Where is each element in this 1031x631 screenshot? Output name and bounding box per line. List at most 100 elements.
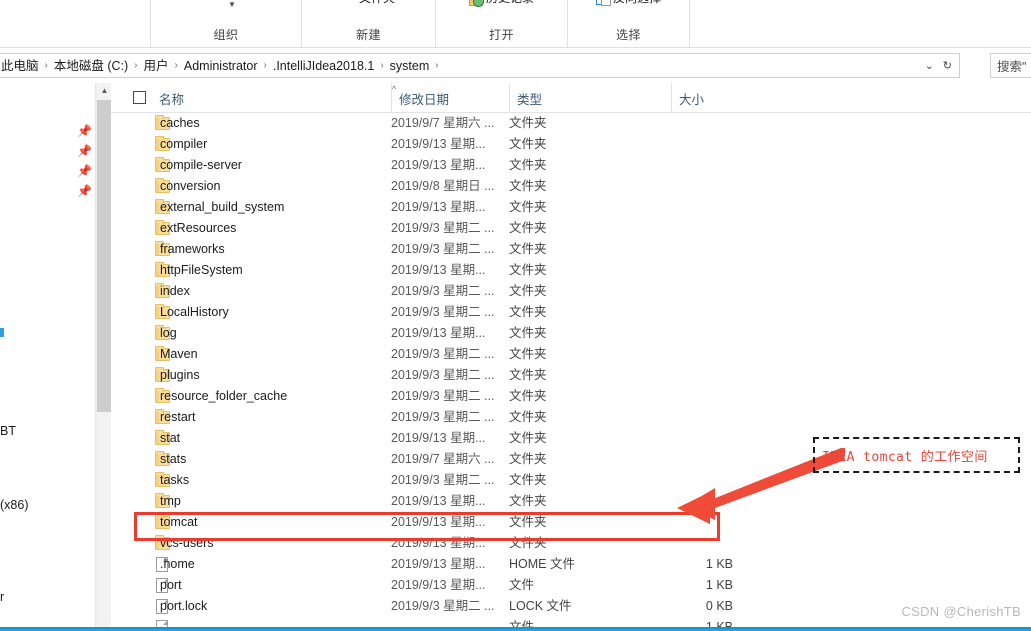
breadcrumb-separator-icon[interactable]: › bbox=[132, 58, 139, 74]
nav-pane-item[interactable]: 📌 bbox=[0, 121, 96, 142]
file-row[interactable]: log 2019/9/13 星期... 文件夹 bbox=[111, 323, 1031, 344]
column-header-size[interactable]: 大小 bbox=[671, 83, 763, 113]
navigation-pane[interactable]: 📌 📌 📌 📌 BT (x86) r bbox=[0, 83, 96, 629]
path-input[interactable]: 此电脑 › 本地磁盘 (C:) › 用户 › Administrator › .IntelliJ… bbox=[0, 53, 960, 78]
ribbon-group-3: 反向选择选择 bbox=[568, 0, 690, 47]
search-placeholder-text: 搜索" bbox=[997, 60, 1027, 74]
file-row[interactable]: tasks 2019/9/3 星期二 ... 文件夹 bbox=[111, 470, 1031, 491]
breadcrumb-item[interactable]: 用户 bbox=[140, 58, 173, 74]
file-list[interactable]: caches 2019/9/7 星期六 ... 文件夹 compiler 2019/9/… bbox=[111, 113, 1031, 629]
ribbon-group-label: 选择 bbox=[615, 28, 641, 42]
scrollbar-thumb[interactable] bbox=[97, 100, 112, 412]
file-size-cell bbox=[671, 176, 733, 197]
file-date-cell: 2019/9/13 星期... bbox=[391, 494, 486, 508]
file-size-cell bbox=[671, 281, 733, 302]
watermark-text: CSDN @CherishTB bbox=[901, 604, 1021, 619]
file-date-cell: 2019/9/13 星期... bbox=[391, 431, 486, 445]
file-date-cell: 2019/9/3 星期二 ... bbox=[391, 389, 495, 403]
file-date-cell: 2019/9/3 星期二 ... bbox=[391, 410, 495, 424]
chevron-down-icon[interactable]: ⌄ bbox=[925, 59, 934, 73]
file-row[interactable]: external_build_system 2019/9/13 星期... 文件夹 bbox=[111, 197, 1031, 218]
file-row[interactable]: port 2019/9/13 星期... 文件 1 KB bbox=[111, 575, 1031, 596]
file-date-cell: 2019/9/3 星期二 ... bbox=[391, 599, 495, 613]
nav-pane-item[interactable]: (x86) bbox=[0, 494, 96, 515]
ribbon-overflow-caret-icon[interactable]: ▼ bbox=[228, 1, 236, 9]
breadcrumb-item[interactable]: .IntelliJIdea2018.1 bbox=[269, 58, 378, 74]
nav-pane-item[interactable]: r bbox=[0, 586, 96, 607]
file-row[interactable]: httpFileSystem 2019/9/13 星期... 文件夹 bbox=[111, 260, 1031, 281]
ribbon-command-history-icon[interactable]: 历史记录 bbox=[468, 0, 534, 7]
file-date-cell: 2019/9/8 星期日 ... bbox=[391, 179, 495, 193]
pin-icon[interactable]: 📌 bbox=[77, 145, 92, 158]
breadcrumb-item[interactable]: Administrator bbox=[180, 58, 262, 74]
breadcrumb-separator-icon[interactable]: › bbox=[262, 58, 269, 74]
file-row[interactable]: Maven 2019/9/3 星期二 ... 文件夹 bbox=[111, 344, 1031, 365]
nav-pane-scrollbar[interactable]: ▲ bbox=[96, 83, 112, 629]
file-date-cell: 2019/9/3 星期二 ... bbox=[391, 305, 495, 319]
nav-pane-item-label: BT bbox=[0, 423, 16, 438]
pin-icon[interactable]: 📌 bbox=[77, 165, 92, 178]
file-date-cell: 2019/9/13 星期... bbox=[391, 137, 486, 151]
file-date-cell: 2019/9/3 星期二 ... bbox=[391, 242, 495, 256]
breadcrumb-separator-icon[interactable]: › bbox=[433, 58, 440, 74]
file-row[interactable]: restart 2019/9/3 星期二 ... 文件夹 bbox=[111, 407, 1031, 428]
breadcrumb-item[interactable]: 本地磁盘 (C:) bbox=[50, 58, 132, 74]
file-row[interactable]: extResources 2019/9/3 星期二 ... 文件夹 bbox=[111, 218, 1031, 239]
file-explorer-window: 组织文件夹新建历史记录打开反向选择选择▼ 此电脑›本地磁盘 (C:)›用户›Ad… bbox=[0, 0, 1031, 631]
breadcrumb-separator-icon[interactable]: › bbox=[43, 58, 50, 74]
file-size-cell bbox=[671, 302, 733, 323]
file-type-cell: 文件夹 bbox=[509, 494, 547, 508]
column-header-type-label: 类型 bbox=[517, 92, 543, 107]
file-name-cell: LocalHistory bbox=[160, 305, 229, 319]
file-row[interactable]: .home 2019/9/13 星期... HOME 文件 1 KB bbox=[111, 554, 1031, 575]
file-type-cell: 文件夹 bbox=[509, 347, 547, 361]
file-date-cell: 2019/9/13 星期... bbox=[391, 263, 486, 277]
file-size-cell bbox=[671, 344, 733, 365]
file-date-cell: 2019/9/13 星期... bbox=[391, 200, 486, 214]
file-row[interactable]: resource_folder_cache 2019/9/3 星期二 ... 文件夹 bbox=[111, 386, 1031, 407]
pin-icon[interactable]: 📌 bbox=[77, 125, 92, 138]
invert-selection-icon bbox=[595, 0, 611, 6]
ribbon-command-folder-icon[interactable]: 文件夹 bbox=[342, 0, 395, 6]
file-row[interactable]: plugins 2019/9/3 星期二 ... 文件夹 bbox=[111, 365, 1031, 386]
scroll-up-arrow-icon[interactable]: ▲ bbox=[97, 83, 112, 98]
ribbon-command-invert-selection-icon[interactable]: 反向选择 bbox=[595, 0, 661, 6]
column-header-date[interactable]: 修改日期 bbox=[391, 83, 509, 113]
column-header-type[interactable]: 类型 bbox=[509, 83, 671, 113]
column-header-name[interactable]: 名称 ^ bbox=[152, 83, 396, 113]
nav-pane-item[interactable]: BT bbox=[0, 420, 96, 441]
file-row[interactable]: LocalHistory 2019/9/3 星期二 ... 文件夹 bbox=[111, 302, 1031, 323]
file-date-cell: 2019/9/3 星期二 ... bbox=[391, 347, 495, 361]
file-type-cell: 文件夹 bbox=[509, 305, 547, 319]
file-name-cell: port.lock bbox=[160, 599, 208, 613]
file-row[interactable]: index 2019/9/3 星期二 ... 文件夹 bbox=[111, 281, 1031, 302]
breadcrumb-separator-icon[interactable]: › bbox=[173, 58, 180, 74]
breadcrumb[interactable]: 此电脑 › 本地磁盘 (C:) › 用户 › Administrator › .IntelliJ… bbox=[0, 58, 925, 74]
file-row[interactable]: tmp 2019/9/13 星期... 文件夹 bbox=[111, 491, 1031, 512]
file-row[interactable]: port.lock 2019/9/3 星期二 ... LOCK 文件 0 KB bbox=[111, 596, 1031, 617]
pin-icon[interactable]: 📌 bbox=[77, 185, 92, 198]
file-row[interactable]: conversion 2019/9/8 星期日 ... 文件夹 bbox=[111, 176, 1031, 197]
refresh-icon[interactable]: ↻ bbox=[943, 59, 952, 73]
file-name-cell: compiler bbox=[160, 137, 208, 151]
file-row[interactable]: caches 2019/9/7 星期六 ... 文件夹 bbox=[111, 113, 1031, 134]
file-name-cell: compile-server bbox=[160, 158, 242, 172]
file-row[interactable]: frameworks 2019/9/3 星期二 ... 文件夹 bbox=[111, 239, 1031, 260]
nav-pane-item[interactable]: 📌 bbox=[0, 181, 96, 202]
file-row[interactable]: compile-server 2019/9/13 星期... 文件夹 bbox=[111, 155, 1031, 176]
file-date-cell: 2019/9/13 星期... bbox=[391, 326, 486, 340]
file-row[interactable]: compiler 2019/9/13 星期... 文件夹 bbox=[111, 134, 1031, 155]
nav-pane-item[interactable]: 📌 bbox=[0, 141, 96, 162]
file-date-cell: 2019/9/13 星期... bbox=[391, 557, 486, 571]
breadcrumb-item[interactable]: 此电脑 bbox=[0, 58, 43, 74]
ribbon-group-commands: 反向选择 bbox=[568, 0, 689, 28]
breadcrumb-separator-icon[interactable]: › bbox=[378, 58, 385, 74]
nav-pane-selection-accent bbox=[0, 328, 4, 337]
file-type-cell: 文件夹 bbox=[509, 137, 547, 151]
breadcrumb-item[interactable]: system bbox=[386, 58, 434, 74]
nav-pane-item[interactable]: 📌 bbox=[0, 161, 96, 182]
search-input[interactable]: 搜索" bbox=[990, 53, 1031, 78]
window-bottom-accent-inner bbox=[0, 627, 1031, 629]
file-date-cell: 2019/9/3 星期二 ... bbox=[391, 284, 495, 298]
select-all-checkbox[interactable] bbox=[133, 91, 146, 104]
